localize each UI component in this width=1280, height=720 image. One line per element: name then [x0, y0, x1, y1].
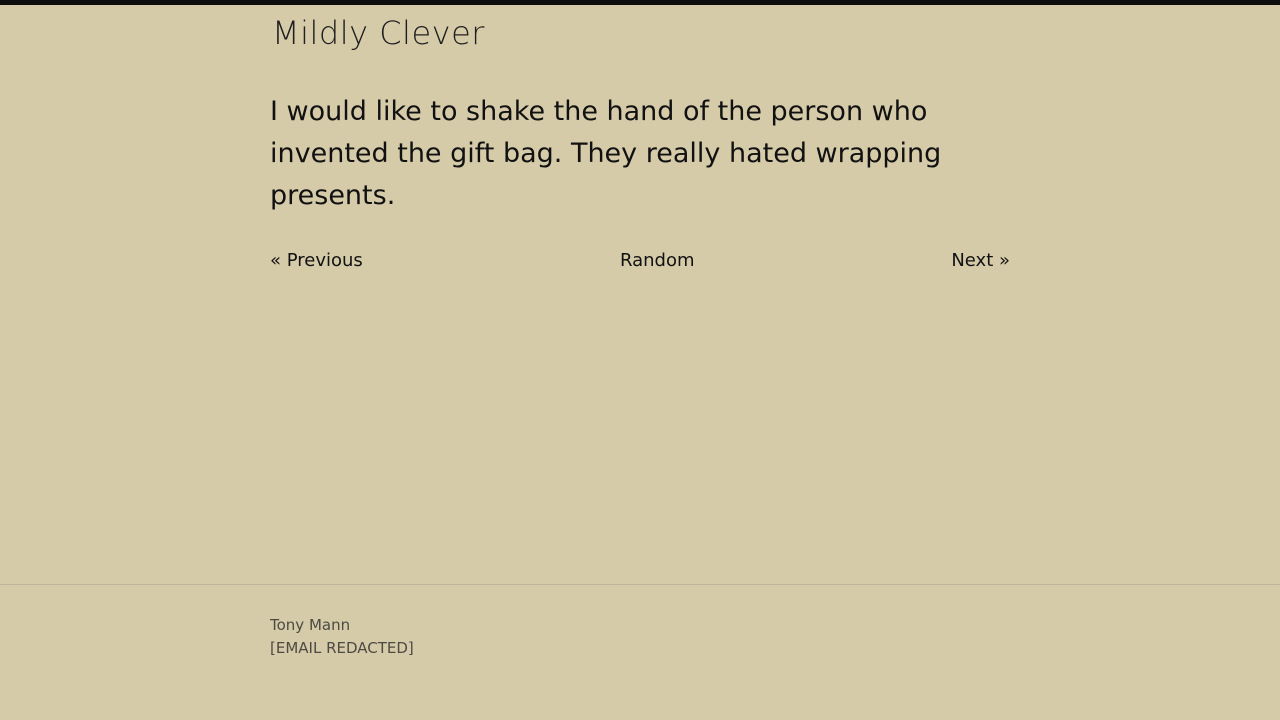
previous-link[interactable]: « Previous: [270, 249, 363, 273]
top-accent-bar: [0, 0, 1280, 5]
footer-author: Tony Mann: [270, 616, 351, 634]
footer-email: [EMAIL REDACTED]: [270, 639, 414, 657]
footer-divider: [0, 584, 1280, 585]
site-title[interactable]: Mildly Clever: [272, 13, 485, 53]
random-link[interactable]: Random: [620, 249, 695, 273]
footer: Tony Mann [EMAIL REDACTED]: [270, 614, 414, 660]
joke-text: I would like to shake the hand of the pe…: [270, 96, 942, 211]
next-link[interactable]: Next »: [951, 249, 1010, 273]
joke-navigation: « Previous Random Next »: [270, 249, 1010, 273]
